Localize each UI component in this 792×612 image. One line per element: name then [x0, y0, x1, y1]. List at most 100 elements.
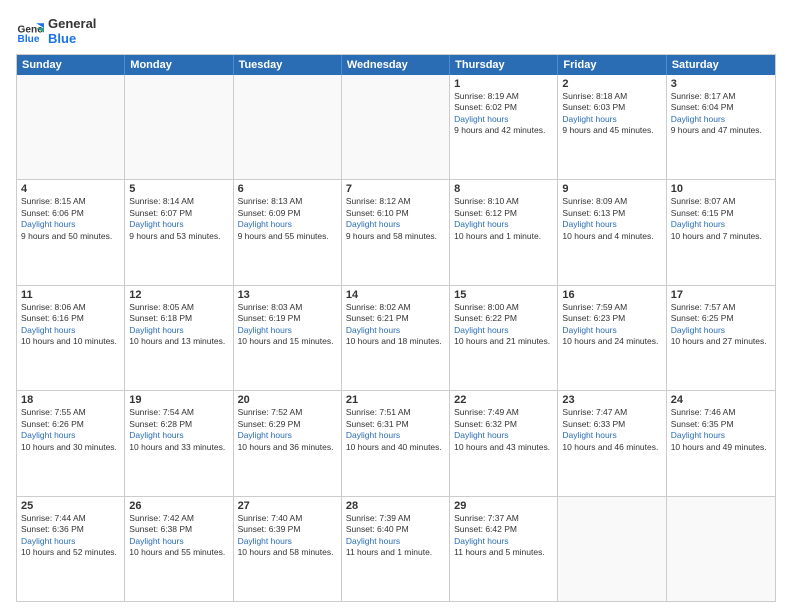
logo-text-blue: Blue [48, 31, 96, 46]
day-number: 25 [21, 500, 120, 512]
day-header-wednesday: Wednesday [342, 55, 450, 75]
day-info: Sunrise: 8:02 AMSunset: 6:21 PMDaylight … [346, 302, 445, 348]
day-number: 23 [562, 394, 661, 406]
day-info: Sunrise: 7:57 AMSunset: 6:25 PMDaylight … [671, 302, 771, 348]
day-cell-22: 22Sunrise: 7:49 AMSunset: 6:32 PMDayligh… [450, 391, 558, 495]
day-info: Sunrise: 8:10 AMSunset: 6:12 PMDaylight … [454, 196, 553, 242]
day-number: 10 [671, 183, 771, 195]
day-cell-empty [342, 75, 450, 179]
day-info: Sunrise: 7:44 AMSunset: 6:36 PMDaylight … [21, 513, 120, 559]
day-cell-9: 9Sunrise: 8:09 AMSunset: 6:13 PMDaylight… [558, 180, 666, 284]
day-number: 18 [21, 394, 120, 406]
day-cell-15: 15Sunrise: 8:00 AMSunset: 6:22 PMDayligh… [450, 286, 558, 390]
week-row-3: 11Sunrise: 8:06 AMSunset: 6:16 PMDayligh… [17, 286, 775, 391]
day-cell-21: 21Sunrise: 7:51 AMSunset: 6:31 PMDayligh… [342, 391, 450, 495]
day-cell-12: 12Sunrise: 8:05 AMSunset: 6:18 PMDayligh… [125, 286, 233, 390]
day-cell-26: 26Sunrise: 7:42 AMSunset: 6:38 PMDayligh… [125, 497, 233, 601]
day-info: Sunrise: 8:19 AMSunset: 6:02 PMDaylight … [454, 91, 553, 137]
day-number: 6 [238, 183, 337, 195]
day-info: Sunrise: 7:42 AMSunset: 6:38 PMDaylight … [129, 513, 228, 559]
page-header: General Blue General Blue [16, 16, 776, 46]
day-cell-10: 10Sunrise: 8:07 AMSunset: 6:15 PMDayligh… [667, 180, 775, 284]
day-number: 8 [454, 183, 553, 195]
svg-text:Blue: Blue [18, 34, 40, 45]
day-number: 20 [238, 394, 337, 406]
day-info: Sunrise: 7:39 AMSunset: 6:40 PMDaylight … [346, 513, 445, 559]
day-info: Sunrise: 8:06 AMSunset: 6:16 PMDaylight … [21, 302, 120, 348]
day-info: Sunrise: 7:47 AMSunset: 6:33 PMDaylight … [562, 407, 661, 453]
day-cell-29: 29Sunrise: 7:37 AMSunset: 6:42 PMDayligh… [450, 497, 558, 601]
day-cell-16: 16Sunrise: 7:59 AMSunset: 6:23 PMDayligh… [558, 286, 666, 390]
day-info: Sunrise: 8:15 AMSunset: 6:06 PMDaylight … [21, 196, 120, 242]
day-number: 21 [346, 394, 445, 406]
day-number: 24 [671, 394, 771, 406]
day-cell-17: 17Sunrise: 7:57 AMSunset: 6:25 PMDayligh… [667, 286, 775, 390]
day-cell-6: 6Sunrise: 8:13 AMSunset: 6:09 PMDaylight… [234, 180, 342, 284]
day-number: 9 [562, 183, 661, 195]
day-number: 15 [454, 289, 553, 301]
day-cell-18: 18Sunrise: 7:55 AMSunset: 6:26 PMDayligh… [17, 391, 125, 495]
day-header-sunday: Sunday [17, 55, 125, 75]
day-cell-23: 23Sunrise: 7:47 AMSunset: 6:33 PMDayligh… [558, 391, 666, 495]
day-info: Sunrise: 8:14 AMSunset: 6:07 PMDaylight … [129, 196, 228, 242]
day-cell-8: 8Sunrise: 8:10 AMSunset: 6:12 PMDaylight… [450, 180, 558, 284]
day-cell-empty [667, 497, 775, 601]
calendar-body: 1Sunrise: 8:19 AMSunset: 6:02 PMDaylight… [17, 75, 775, 601]
day-number: 2 [562, 78, 661, 90]
day-cell-24: 24Sunrise: 7:46 AMSunset: 6:35 PMDayligh… [667, 391, 775, 495]
day-cell-11: 11Sunrise: 8:06 AMSunset: 6:16 PMDayligh… [17, 286, 125, 390]
day-info: Sunrise: 8:13 AMSunset: 6:09 PMDaylight … [238, 196, 337, 242]
day-cell-2: 2Sunrise: 8:18 AMSunset: 6:03 PMDaylight… [558, 75, 666, 179]
day-info: Sunrise: 7:59 AMSunset: 6:23 PMDaylight … [562, 302, 661, 348]
calendar: SundayMondayTuesdayWednesdayThursdayFrid… [16, 54, 776, 602]
day-number: 13 [238, 289, 337, 301]
day-info: Sunrise: 7:46 AMSunset: 6:35 PMDaylight … [671, 407, 771, 453]
day-number: 12 [129, 289, 228, 301]
day-number: 16 [562, 289, 661, 301]
day-cell-13: 13Sunrise: 8:03 AMSunset: 6:19 PMDayligh… [234, 286, 342, 390]
day-number: 27 [238, 500, 337, 512]
calendar-header: SundayMondayTuesdayWednesdayThursdayFrid… [17, 55, 775, 75]
day-cell-empty [234, 75, 342, 179]
day-number: 11 [21, 289, 120, 301]
day-number: 1 [454, 78, 553, 90]
day-number: 4 [21, 183, 120, 195]
logo-text-general: General [48, 16, 96, 31]
day-cell-7: 7Sunrise: 8:12 AMSunset: 6:10 PMDaylight… [342, 180, 450, 284]
week-row-5: 25Sunrise: 7:44 AMSunset: 6:36 PMDayligh… [17, 497, 775, 601]
day-header-friday: Friday [558, 55, 666, 75]
day-cell-empty [17, 75, 125, 179]
day-number: 17 [671, 289, 771, 301]
day-header-thursday: Thursday [450, 55, 558, 75]
day-info: Sunrise: 7:52 AMSunset: 6:29 PMDaylight … [238, 407, 337, 453]
day-number: 29 [454, 500, 553, 512]
day-info: Sunrise: 8:07 AMSunset: 6:15 PMDaylight … [671, 196, 771, 242]
day-cell-4: 4Sunrise: 8:15 AMSunset: 6:06 PMDaylight… [17, 180, 125, 284]
day-info: Sunrise: 8:17 AMSunset: 6:04 PMDaylight … [671, 91, 771, 137]
day-info: Sunrise: 7:51 AMSunset: 6:31 PMDaylight … [346, 407, 445, 453]
day-cell-28: 28Sunrise: 7:39 AMSunset: 6:40 PMDayligh… [342, 497, 450, 601]
day-info: Sunrise: 8:00 AMSunset: 6:22 PMDaylight … [454, 302, 553, 348]
day-header-saturday: Saturday [667, 55, 775, 75]
day-cell-1: 1Sunrise: 8:19 AMSunset: 6:02 PMDaylight… [450, 75, 558, 179]
day-info: Sunrise: 7:55 AMSunset: 6:26 PMDaylight … [21, 407, 120, 453]
day-number: 22 [454, 394, 553, 406]
logo: General Blue General Blue [16, 16, 96, 46]
day-number: 5 [129, 183, 228, 195]
day-cell-19: 19Sunrise: 7:54 AMSunset: 6:28 PMDayligh… [125, 391, 233, 495]
week-row-4: 18Sunrise: 7:55 AMSunset: 6:26 PMDayligh… [17, 391, 775, 496]
day-cell-5: 5Sunrise: 8:14 AMSunset: 6:07 PMDaylight… [125, 180, 233, 284]
day-info: Sunrise: 7:37 AMSunset: 6:42 PMDaylight … [454, 513, 553, 559]
day-number: 26 [129, 500, 228, 512]
day-number: 3 [671, 78, 771, 90]
day-cell-empty [558, 497, 666, 601]
day-info: Sunrise: 7:49 AMSunset: 6:32 PMDaylight … [454, 407, 553, 453]
day-number: 14 [346, 289, 445, 301]
day-cell-27: 27Sunrise: 7:40 AMSunset: 6:39 PMDayligh… [234, 497, 342, 601]
day-header-tuesday: Tuesday [234, 55, 342, 75]
day-cell-20: 20Sunrise: 7:52 AMSunset: 6:29 PMDayligh… [234, 391, 342, 495]
day-number: 19 [129, 394, 228, 406]
day-header-monday: Monday [125, 55, 233, 75]
day-number: 7 [346, 183, 445, 195]
day-info: Sunrise: 7:54 AMSunset: 6:28 PMDaylight … [129, 407, 228, 453]
